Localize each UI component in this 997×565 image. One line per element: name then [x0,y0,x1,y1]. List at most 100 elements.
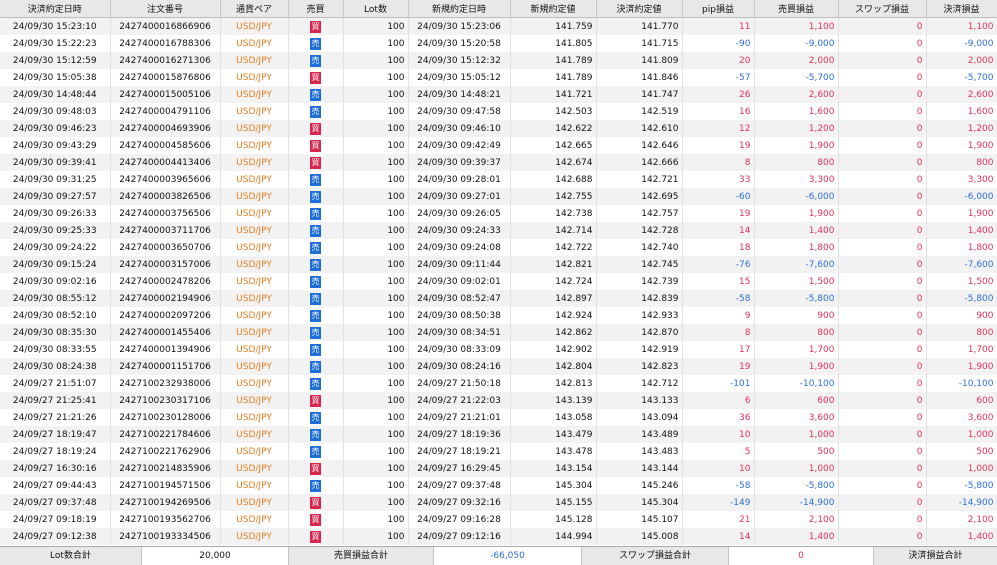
cell-settle-price: 142.721 [596,171,683,188]
col-header-currency-pair[interactable]: 通貨ペア [220,0,289,18]
table-row[interactable]: 24/09/30 09:26:33 2427400003756506 USD/JPY… [0,205,997,222]
cell-order-number: 2427400003711706 [110,222,221,239]
cell-open-price: 142.813 [510,375,597,392]
cell-pip-pl: 33 [682,171,755,188]
cell-settle-pl: 1,400 [926,222,997,239]
cell-swap-pl: 0 [838,171,927,188]
cell-pip-pl: -57 [682,69,755,86]
cell-side: 売 [288,290,344,307]
table-row[interactable]: 24/09/30 09:15:24 2427400003157006 USD/JPY… [0,256,997,273]
cell-swap-pl: 0 [838,120,927,137]
table-row[interactable]: 24/09/30 15:12:59 2427400016271306 USD/JPY… [0,52,997,69]
col-header-side[interactable]: 売買 [288,0,344,18]
col-header-settle-price[interactable]: 決済約定値 [596,0,683,18]
cell-order-number: 2427100194269506 [110,494,221,511]
cell-lot: 100 [343,494,409,511]
cell-order-number: 2427400016788306 [110,35,221,52]
table-row[interactable]: 24/09/27 21:51:07 2427100232938006 USD/JPY… [0,375,997,392]
cell-order-number: 2427400004791106 [110,103,221,120]
col-header-settle-datetime[interactable]: 決済約定日時 [0,0,111,18]
table-row[interactable]: 24/09/30 15:05:38 2427400015876806 USD/JPY… [0,69,997,86]
table-row[interactable]: 24/09/30 08:24:38 2427400001151706 USD/JPY… [0,358,997,375]
cell-settle-pl: 2,600 [926,86,997,103]
col-header-open-datetime[interactable]: 新規約定日時 [408,0,511,18]
cell-swap-pl: 0 [838,341,927,358]
table-row[interactable]: 24/09/30 15:23:10 2427400016866906 USD/JPY… [0,17,997,35]
cell-settle-pl: 800 [926,154,997,171]
cell-settle-price: 143.483 [596,443,683,460]
cell-pip-pl: 8 [682,324,755,341]
cell-side: 買 [288,120,344,137]
table-row[interactable]: 24/09/30 09:25:33 2427400003711706 USD/JPY… [0,222,997,239]
col-header-swap-pl[interactable]: スワップ損益 [838,0,927,18]
cell-order-number: 2427400003756506 [110,205,221,222]
cell-settle-price: 141.809 [596,52,683,69]
table-row[interactable]: 24/09/27 09:37:48 2427100194269506 USD/JPY… [0,494,997,511]
table-row[interactable]: 24/09/27 16:30:16 2427100214835906 USD/JPY… [0,460,997,477]
table-row[interactable]: 24/09/27 09:12:38 2427100193334506 USD/JPY… [0,528,997,545]
cell-order-number: 2427400002478206 [110,273,221,290]
cell-settle-datetime: 24/09/30 08:55:12 [0,290,111,307]
table-row[interactable]: 24/09/30 08:35:30 2427400001455406 USD/JPY… [0,324,997,341]
cell-trade-pl: 800 [754,154,839,171]
cell-settle-pl: 2,000 [926,52,997,69]
cell-settle-price: 142.712 [596,375,683,392]
table-row[interactable]: 24/09/30 09:43:29 2427400004585606 USD/JPY… [0,137,997,154]
sell-badge: 売 [310,309,321,322]
table-row[interactable]: 24/09/30 09:46:23 2427400004693906 USD/JPY… [0,120,997,137]
cell-settle-pl: 1,800 [926,239,997,256]
cell-open-price: 141.789 [510,52,597,69]
cell-pip-pl: 11 [682,17,755,35]
table-row[interactable]: 24/09/30 08:33:55 2427400001394906 USD/JPY… [0,341,997,358]
cell-lot: 100 [343,375,409,392]
cell-settle-pl: 1,600 [926,103,997,120]
table-row[interactable]: 24/09/30 08:55:12 2427400002194906 USD/JPY… [0,290,997,307]
cell-settle-price: 145.107 [596,511,683,528]
table-row[interactable]: 24/09/30 09:48:03 2427400004791106 USD/JPY… [0,103,997,120]
table-row[interactable]: 24/09/30 09:31:25 2427400003965606 USD/JPY… [0,171,997,188]
sell-badge: 売 [310,275,321,288]
col-header-order-number[interactable]: 注文番号 [110,0,221,18]
sell-badge: 売 [310,411,321,424]
col-header-lot[interactable]: Lot数 [343,0,409,18]
cell-pip-pl: 18 [682,239,755,256]
cell-settle-pl: -7,600 [926,256,997,273]
table-row[interactable]: 24/09/27 18:19:47 2427100221784606 USD/JPY… [0,426,997,443]
table-row[interactable]: 24/09/30 09:39:41 2427400004413406 USD/JPY… [0,154,997,171]
cell-open-price: 142.804 [510,358,597,375]
cell-currency-pair: USD/JPY [220,290,289,307]
cell-pip-pl: 20 [682,52,755,69]
table-row[interactable]: 24/09/30 09:27:57 2427400003826506 USD/JPY… [0,188,997,205]
table-row[interactable]: 24/09/30 09:02:16 2427400002478206 USD/JPY… [0,273,997,290]
col-header-pip-pl[interactable]: pip損益 [682,0,755,18]
cell-side: 売 [288,103,344,120]
summary-bar: Lot数合計 20,000 売買損益合計 -66,050 スワップ損益合計 0 … [0,546,997,565]
table-row[interactable]: 24/09/27 21:25:41 2427100230317106 USD/JPY… [0,392,997,409]
sell-badge: 売 [310,241,321,254]
table-row[interactable]: 24/09/30 15:22:23 2427400016788306 USD/JPY… [0,35,997,52]
table-row[interactable]: 24/09/30 08:52:10 2427400002097206 USD/JPY… [0,307,997,324]
cell-lot: 100 [343,154,409,171]
table-row[interactable]: 24/09/27 18:19:24 2427100221762906 USD/JPY… [0,443,997,460]
col-header-settle-pl[interactable]: 決済損益 [926,0,997,18]
cell-open-datetime: 24/09/30 08:52:47 [408,290,511,307]
cell-settle-datetime: 24/09/30 15:23:10 [0,17,111,35]
cell-swap-pl: 0 [838,392,927,409]
col-header-open-price[interactable]: 新規約定値 [510,0,597,18]
cell-pip-pl: -90 [682,35,755,52]
cell-trade-pl: 900 [754,307,839,324]
buy-badge: 買 [310,462,321,475]
cell-settle-price: 142.740 [596,239,683,256]
col-header-trade-pl[interactable]: 売買損益 [754,0,839,18]
cell-open-price: 142.724 [510,273,597,290]
cell-order-number: 2427400015005106 [110,86,221,103]
table-row[interactable]: 24/09/27 09:44:43 2427100194571506 USD/JPY… [0,477,997,494]
cell-settle-pl: -5,700 [926,69,997,86]
table-row[interactable]: 24/09/27 21:21:26 2427100230128006 USD/JPY… [0,409,997,426]
table-row[interactable]: 24/09/30 09:24:22 2427400003650706 USD/JPY… [0,239,997,256]
cell-open-datetime: 24/09/30 08:33:09 [408,341,511,358]
table-row[interactable]: 24/09/30 14:48:44 2427400015005106 USD/JPY… [0,86,997,103]
table-row[interactable]: 24/09/27 09:18:19 2427100193562706 USD/JPY… [0,511,997,528]
cell-settle-pl: 1,900 [926,358,997,375]
cell-open-price: 145.155 [510,494,597,511]
